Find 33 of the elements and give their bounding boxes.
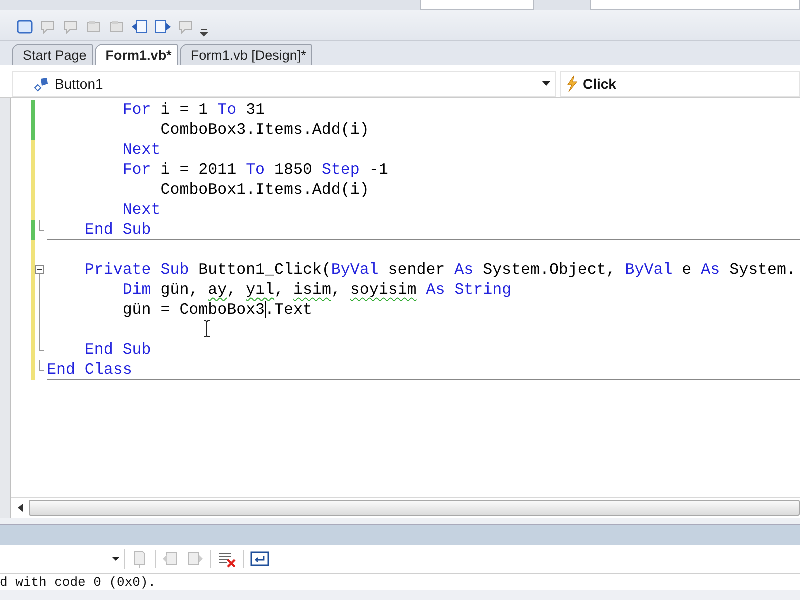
collapse-icon[interactable] [35,265,44,274]
code-line: gün = ComboBox3.Text [122,301,312,319]
output-text: d with code 0 (0x0). [0,574,158,590]
code-line: ComboBox1.Items.Add(i) [160,181,370,199]
editor-tab[interactable]: Form1.vb* [94,44,178,65]
code-line: End Sub [84,221,152,239]
word-wrap-icon[interactable] [250,550,270,568]
code-line: Next [122,141,161,159]
right-arrow-page-icon[interactable] [154,18,172,36]
scrollbar-thumb[interactable] [29,500,800,516]
window-icon[interactable] [16,18,34,36]
code-line: For i = 1 To 31 [122,101,266,119]
overflow-icon[interactable] [200,29,208,37]
code-line: Dim gün, ay, yıl, isim, soyisim As String [122,281,512,299]
code-line: Private Sub Button1_Click(ByVal sender As System.Object, ByVal e As System. [84,261,796,279]
code-line: End Class [47,361,132,379]
left-arrow-page-icon[interactable] [131,18,149,36]
text-cursor-icon [203,320,211,338]
editor-tab[interactable]: Form1.vb [Design]* [180,44,312,65]
editor-tab[interactable]: Start Page [12,44,93,65]
dropdown-caret-icon[interactable] [542,81,551,87]
lightning-icon [565,75,579,93]
code-line: End Sub [84,341,152,359]
code-line: ComboBox3.Items.Add(i) [160,121,370,139]
event-dropdown[interactable]: Click [560,71,800,97]
object-dropdown[interactable]: Button1 [12,71,556,97]
control-icon [33,76,51,92]
scroll-left-icon[interactable] [17,503,25,513]
next-message-icon[interactable] [186,550,204,568]
previous-message-icon[interactable] [162,550,180,568]
code-line: For i = 2011 To 1850 Step -1 [122,161,388,179]
code-line: Next [122,201,161,219]
dropdown-caret-icon[interactable] [112,556,120,562]
